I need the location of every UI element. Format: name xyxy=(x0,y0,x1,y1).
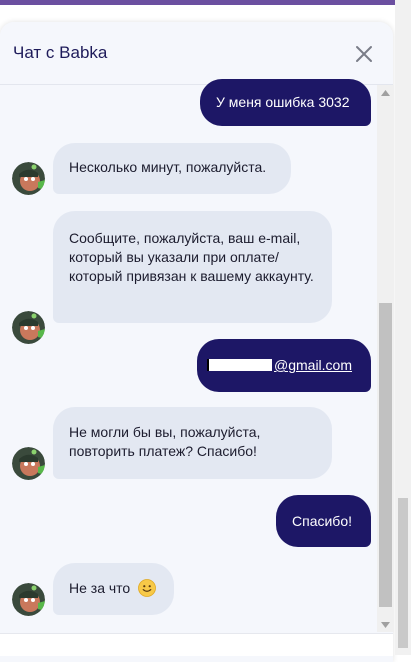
message-outgoing: Спасибо! xyxy=(276,495,371,547)
message-composer[interactable] xyxy=(0,633,393,656)
message-text: У меня ошибка 3032 xyxy=(216,94,350,110)
chat-scrollbar[interactable] xyxy=(377,85,394,632)
message-text: Не за что xyxy=(69,580,131,596)
agent-avatar xyxy=(12,162,45,195)
agent-avatar xyxy=(12,583,45,616)
message-text: Спасибо! xyxy=(292,513,352,529)
chat-title: Чат с Babka xyxy=(13,43,108,62)
scroll-down-arrow-icon[interactable] xyxy=(380,620,391,630)
chat-header: Чат с Babka xyxy=(0,22,393,85)
redacted-text xyxy=(207,359,272,371)
scroll-up-arrow-icon[interactable] xyxy=(380,88,391,98)
top-accent-bar xyxy=(0,0,411,5)
message-outgoing: У меня ошибка 3032 xyxy=(200,79,371,126)
close-button[interactable] xyxy=(352,42,376,66)
message-incoming: Не могли бы вы, пожалуйста, повторить пл… xyxy=(53,407,332,479)
chat-widget: Чат с Babka У меня ошибка 3032 Несколько… xyxy=(0,22,393,662)
scrollbar-thumb[interactable] xyxy=(379,303,392,607)
message-text: Несколько минут, пожалуйста. xyxy=(69,159,267,175)
message-list: У меня ошибка 3032 Несколько минут, пожа… xyxy=(0,79,393,635)
page-scrollbar[interactable] xyxy=(395,0,411,655)
page-scrollbar-thumb[interactable] xyxy=(398,498,408,648)
message-outgoing: @gmail.com xyxy=(197,339,371,392)
email-link[interactable]: @gmail.com xyxy=(274,357,352,373)
message-incoming: Несколько минут, пожалуйста. xyxy=(53,143,291,194)
close-icon xyxy=(356,46,372,62)
message-incoming: Сообщите, пожалуйста, ваш e-mail, которы… xyxy=(53,211,332,323)
message-text: Не могли бы вы, пожалуйста, повторить пл… xyxy=(69,424,261,459)
message-incoming: Не за что xyxy=(53,563,174,615)
agent-avatar xyxy=(12,311,45,344)
agent-avatar xyxy=(12,447,45,480)
message-text: Сообщите, пожалуйста, ваш e-mail, которы… xyxy=(69,230,314,284)
smiling-face-icon xyxy=(138,579,157,602)
